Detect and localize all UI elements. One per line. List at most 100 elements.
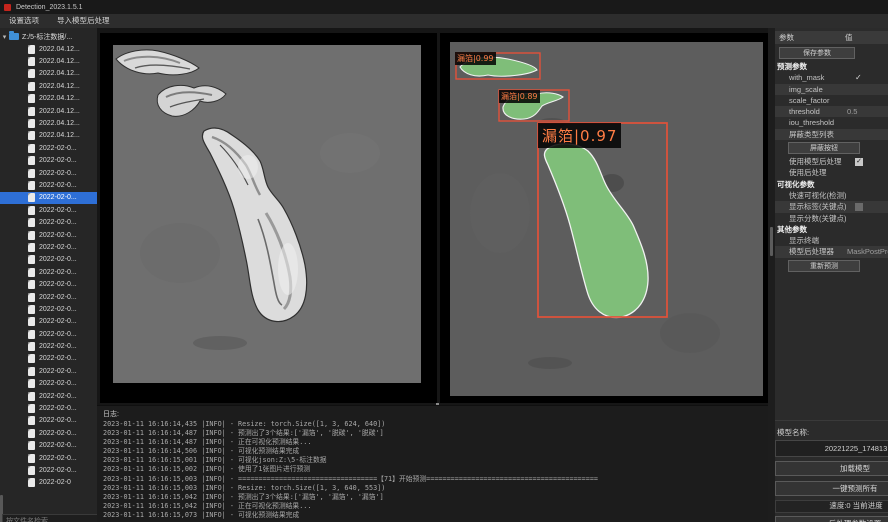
menu-settings[interactable]: 设置选项 bbox=[0, 14, 48, 28]
param-row[interactable]: 快速可视化(检测) bbox=[775, 190, 888, 201]
original-image-panel[interactable] bbox=[100, 33, 437, 403]
tree-item[interactable]: 2022-02-0... bbox=[0, 192, 97, 204]
param-row[interactable]: 模型后处理器MaskPostPro bbox=[775, 246, 888, 257]
tree-item-label: 2022.04.12... bbox=[39, 46, 80, 53]
param-name: 使用模型后处理 bbox=[789, 157, 842, 166]
tree-item-label: 2022.04.12... bbox=[39, 58, 80, 65]
tree-item[interactable]: 2022-02-0... bbox=[0, 365, 97, 377]
param-name: with_mask bbox=[789, 73, 824, 82]
app-logo-icon bbox=[4, 4, 11, 11]
tree-item-label: 2022-02-0... bbox=[39, 318, 77, 325]
prediction-image-panel[interactable]: 漏箔|0.99 漏箔|0.89 漏箔|0.97 bbox=[440, 33, 768, 403]
tree-item[interactable]: 2022-02-0... bbox=[0, 452, 97, 464]
tree-item-label: 2022-02-0... bbox=[39, 182, 77, 189]
param-row[interactable]: 显示标签(关键点) bbox=[775, 201, 888, 212]
file-icon bbox=[28, 57, 35, 66]
params-header-param: 参数 bbox=[775, 32, 845, 43]
load-model-button[interactable]: 加载模型 bbox=[775, 461, 888, 476]
tree-item[interactable]: 2022.04.12... bbox=[0, 130, 97, 142]
param-row[interactable]: 使用后处理 bbox=[775, 167, 888, 178]
tree-item[interactable]: 2022-02-0... bbox=[0, 204, 97, 216]
file-icon bbox=[28, 466, 35, 475]
tree-item[interactable]: 2022-02-0... bbox=[0, 241, 97, 253]
tree-item[interactable]: 2022-02-0... bbox=[0, 390, 97, 402]
filename-search-input[interactable] bbox=[2, 514, 101, 522]
menu-bar: 设置选项 导入模型后处理 bbox=[0, 14, 888, 29]
tree-item[interactable]: 2022-02-0... bbox=[0, 328, 97, 340]
log-line: 2023-01-11 16:16:14,506 |INFO| - 可视化预测结果… bbox=[103, 447, 763, 456]
param-section-title: 其他参数 bbox=[775, 224, 888, 235]
tree-item[interactable]: 2022-02-0... bbox=[0, 291, 97, 303]
tree-item[interactable]: 2022-02-0... bbox=[0, 216, 97, 228]
tree-item[interactable]: 2022.04.12... bbox=[0, 68, 97, 80]
file-icon bbox=[28, 392, 35, 401]
file-icon bbox=[28, 478, 35, 487]
param-row[interactable]: iou_threshold bbox=[775, 117, 888, 128]
tree-item[interactable]: 2022-02-0... bbox=[0, 229, 97, 241]
tree-item[interactable]: 2022-02-0... bbox=[0, 402, 97, 414]
param-checkbox[interactable]: ✓ bbox=[855, 158, 863, 166]
tree-item-label: 2022-02-0... bbox=[39, 343, 77, 350]
tree-item[interactable]: 2022-02-0... bbox=[0, 464, 97, 476]
tree-item[interactable]: 2022.04.12... bbox=[0, 55, 97, 67]
param-section-title: 预测参数 bbox=[775, 61, 888, 72]
file-icon bbox=[28, 69, 35, 78]
tree-item[interactable]: 2022-02-0... bbox=[0, 278, 97, 290]
tree-item[interactable]: 2022.04.12... bbox=[0, 105, 97, 117]
tree-item[interactable]: 2022-02-0... bbox=[0, 155, 97, 167]
file-icon bbox=[28, 454, 35, 463]
file-icon bbox=[28, 193, 35, 202]
tree-item[interactable]: 2022.04.12... bbox=[0, 80, 97, 92]
model-name-select[interactable]: 20221225_174813 bbox=[775, 440, 888, 457]
tree-item[interactable]: 2022.04.12... bbox=[0, 43, 97, 55]
param-action-button[interactable]: 屏蔽按钮 bbox=[788, 142, 860, 154]
param-row[interactable]: threshold0.5 bbox=[775, 106, 888, 117]
tree-item[interactable]: 2022-02-0... bbox=[0, 353, 97, 365]
tree-item[interactable]: 2022-02-0 bbox=[0, 477, 97, 489]
tree-item[interactable]: 2022-02-0... bbox=[0, 440, 97, 452]
tree-item[interactable]: 2022-02-0... bbox=[0, 415, 97, 427]
file-icon bbox=[28, 330, 35, 339]
check-icon[interactable]: ✓ bbox=[855, 72, 862, 83]
tree-item[interactable]: 2022.04.12... bbox=[0, 117, 97, 129]
tree-item[interactable]: 2022.04.12... bbox=[0, 93, 97, 105]
panel-splitter[interactable] bbox=[768, 28, 775, 522]
tree-item[interactable]: 2022-02-0... bbox=[0, 179, 97, 191]
param-row[interactable]: 屏蔽类型列表 bbox=[775, 129, 888, 140]
param-row[interactable]: 显示终端 bbox=[775, 235, 888, 246]
param-row[interactable]: with_mask ✓ bbox=[775, 72, 888, 83]
tree-item[interactable]: 2022-02-0... bbox=[0, 340, 97, 352]
splitter-handle[interactable] bbox=[770, 227, 773, 256]
log-line: 2023-01-11 16:16:15,001 |INFO| - 可视化json… bbox=[103, 456, 763, 465]
tree-item[interactable]: 2022-02-0... bbox=[0, 142, 97, 154]
tree-item[interactable]: 2022-02-0... bbox=[0, 316, 97, 328]
param-row[interactable]: 显示分数(关键点) bbox=[775, 213, 888, 224]
tree-item[interactable]: 2022-02-0... bbox=[0, 254, 97, 266]
tree-item[interactable]: 2022-02-0... bbox=[0, 427, 97, 439]
param-row[interactable]: scale_factor bbox=[775, 95, 888, 106]
chevron-down-icon[interactable]: ▾ bbox=[0, 33, 9, 41]
param-row[interactable]: img_scale bbox=[775, 84, 888, 95]
param-row[interactable]: 使用模型后处理 ✓ bbox=[775, 156, 888, 167]
tree-item[interactable]: 2022-02-0... bbox=[0, 266, 97, 278]
save-params-button[interactable]: 保存参数 bbox=[779, 47, 855, 59]
tree-item[interactable]: 2022-02-0... bbox=[0, 378, 97, 390]
file-icon bbox=[28, 94, 35, 103]
tree-item[interactable]: 2022-02-0... bbox=[0, 303, 97, 315]
tree-item-label: 2022-02-0... bbox=[39, 170, 77, 177]
log-line: 2023-01-11 16:16:15,002 |INFO| - 使用了1张图片… bbox=[103, 465, 763, 474]
tree-item-label: 2022-02-0... bbox=[39, 256, 77, 263]
param-action-button[interactable]: 重新预测 bbox=[788, 260, 860, 272]
tree-item[interactable]: 2022-02-0... bbox=[0, 167, 97, 179]
predict-all-button[interactable]: 一键预测所有 bbox=[775, 481, 888, 496]
tree-item-label: 2022.04.12... bbox=[39, 108, 80, 115]
param-name: 快速可视化(检测) bbox=[789, 191, 847, 200]
menu-import-postprocess[interactable]: 导入模型后处理 bbox=[48, 14, 119, 28]
postprocess-params-button[interactable]: 后处理参数设置 bbox=[775, 516, 888, 522]
log-line: 2023-01-11 16:16:14,435 |INFO| - Resize:… bbox=[103, 420, 763, 429]
log-panel: 日志: 2023-01-11 16:16:14,435 |INFO| - Res… bbox=[97, 405, 770, 522]
tree-item-label: 2022.04.12... bbox=[39, 120, 80, 127]
tree-item-label: 2022-02-0... bbox=[39, 207, 77, 214]
param-checkbox[interactable] bbox=[855, 203, 863, 211]
tree-root-folder[interactable]: ▾ Z:/5-标注数据/... bbox=[0, 30, 97, 43]
